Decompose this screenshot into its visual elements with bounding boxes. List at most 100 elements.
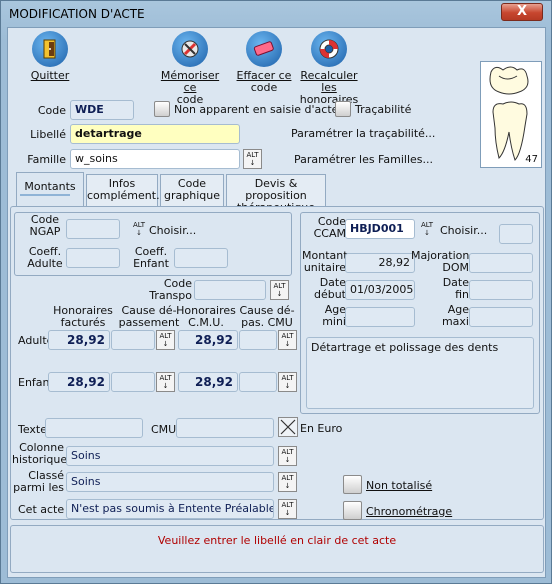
colonne-alt-button[interactable]: ALT ↓	[278, 446, 297, 466]
quit-button[interactable]: Quitter	[22, 31, 78, 82]
colonne-alt-text: ALT	[281, 448, 294, 456]
tab-code-graphique[interactable]: Code graphique	[160, 174, 224, 206]
adulte-cmu-overrun-alt-button[interactable]: ALT ↓	[278, 330, 297, 350]
tooth-icon	[489, 66, 529, 161]
classe-alt-button[interactable]: ALT ↓	[278, 472, 297, 492]
ccam-code-label: Code CCAM	[306, 216, 346, 240]
non-totalise-checkbox[interactable]	[343, 475, 362, 494]
recalculate-label-1: Recalculer les	[300, 69, 358, 94]
ngap-alt-text: ALT	[132, 221, 145, 229]
enfant-cmu-overrun-input[interactable]	[239, 372, 277, 392]
tab-montants[interactable]: Montants	[16, 172, 84, 206]
eraser-icon	[246, 31, 282, 67]
age-mini-input[interactable]	[345, 307, 415, 327]
euro-label: En Euro	[300, 422, 343, 435]
active-tab-indicator	[20, 194, 70, 196]
euro-checkbox[interactable]	[278, 417, 298, 437]
majoration-input[interactable]	[469, 253, 533, 273]
code-input[interactable]: WDE	[70, 100, 134, 120]
traceability-settings-link[interactable]: Paramétrer la traçabilité...	[291, 127, 435, 140]
enfant-overrun-alt-text: ALT	[159, 374, 172, 382]
transpo-alt-button[interactable]: ALT ↓	[270, 280, 289, 300]
status-text-3: en clair de cet acte	[286, 534, 397, 547]
adulte-cmu-overrun-alt-text: ALT	[281, 332, 294, 340]
texte-input[interactable]	[45, 418, 143, 438]
enfant-overrun-input[interactable]	[111, 372, 155, 392]
memorize-label-1: Mémoriser ce	[160, 69, 220, 94]
date-fin-input[interactable]	[469, 280, 533, 300]
age-maxi-label-2: maxi	[441, 315, 469, 328]
adulte-overrun-input[interactable]	[111, 330, 155, 350]
memorize-button[interactable]: Mémoriser ce code	[154, 31, 226, 106]
fee-header-cmu-overrun-2: pas. CMU	[241, 316, 293, 329]
montant-input[interactable]: 28,92	[345, 253, 415, 273]
libelle-input[interactable]: detartrage	[70, 124, 240, 144]
colonne-label-2: historique	[12, 453, 68, 466]
ccam-extra-input[interactable]	[499, 224, 533, 244]
ccam-alt-text: ALT	[420, 221, 433, 229]
ccam-alt-icon[interactable]: ALT ↓	[420, 221, 434, 237]
adulte-cmu-overrun-input[interactable]	[239, 330, 277, 350]
fee-header-cmu-overrun: Cause dé-pas. CMU	[236, 305, 298, 329]
chronometrage-checkbox[interactable]	[343, 501, 362, 520]
adulte-overrun-alt-button[interactable]: ALT ↓	[156, 330, 175, 350]
tools-icon	[172, 31, 208, 67]
coeff-adulte-input[interactable]	[66, 248, 120, 268]
famille-alt-button[interactable]: ALT ↓	[243, 149, 262, 169]
tooth-image[interactable]: 47	[480, 61, 542, 168]
enfant-overrun-alt-button[interactable]: ALT ↓	[156, 372, 175, 392]
cmu-input[interactable]	[176, 418, 274, 438]
fee-header-overrun-2: passement	[118, 316, 180, 329]
ngap-alt-icon[interactable]: ALT ↓	[132, 221, 146, 237]
not-shown-checkbox[interactable]	[154, 101, 170, 117]
famille-label: Famille	[27, 153, 66, 166]
transpo-input[interactable]	[194, 280, 266, 300]
tab-devis[interactable]: Devis & proposition thérapeutique	[226, 174, 326, 214]
ngap-code-input[interactable]	[66, 219, 120, 239]
fee-header-billed: Honoraires facturés	[52, 305, 114, 329]
famille-input[interactable]: w_soins	[70, 149, 240, 169]
cetacte-alt-text: ALT	[281, 501, 294, 509]
age-maxi-label: Age maxi	[411, 304, 469, 328]
ccam-code-input[interactable]: HBJD001	[345, 219, 415, 239]
recalculate-button[interactable]: Recalculer les honoraires	[292, 31, 366, 106]
status-text-1: Veuillez entrer le	[157, 534, 254, 547]
traceability-checkbox[interactable]	[335, 101, 351, 117]
title-bar: MODIFICATION D'ACTE X	[1, 1, 551, 27]
cetacte-select[interactable]: N'est pas soumis à Entente Préalable	[66, 499, 274, 519]
colonne-select[interactable]: Soins	[66, 446, 274, 466]
cmu-label: CMU	[151, 423, 177, 436]
transpo-label-2: Transpo	[149, 289, 192, 302]
majoration-label: Majoration DOM	[411, 250, 469, 274]
status-text-2: libellé	[253, 534, 287, 547]
date-debut-input[interactable]: 01/03/2005	[345, 280, 415, 300]
colonne-label: Colonne historique	[12, 442, 68, 466]
erase-label-2: code	[250, 81, 278, 94]
enfant-cmu-input[interactable]: 28,92	[178, 372, 238, 392]
coeff-enfant-label: Coeff. Enfant	[126, 246, 176, 270]
tab-infos[interactable]: Infos complément.	[86, 174, 160, 206]
majoration-label-2: DOM	[442, 261, 469, 274]
ccam-description-textarea[interactable]: Détartrage et polissage des dents	[306, 337, 534, 409]
quit-label: Quitter	[30, 69, 70, 82]
tab-strip: Montants Infos complément. Code graphiqu…	[16, 172, 326, 214]
adulte-cmu-input[interactable]: 28,92	[178, 330, 238, 350]
classe-label: Classé parmi les	[12, 470, 64, 494]
ngap-code-label-2: NGAP	[29, 225, 61, 238]
status-message: Veuillez entrer le libellé en clair de c…	[11, 534, 543, 547]
adulte-fee-input[interactable]: 28,92	[48, 330, 110, 350]
families-settings-link[interactable]: Paramétrer les Familles...	[294, 153, 433, 166]
ngap-choose-link[interactable]: Choisir...	[149, 224, 196, 237]
non-totalise-label: Non totalisé	[366, 479, 433, 492]
age-maxi-input[interactable]	[469, 307, 533, 327]
coeff-enfant-input[interactable]	[174, 248, 228, 268]
enfant-fee-input[interactable]: 28,92	[48, 372, 110, 392]
erase-button[interactable]: Effacer ce code	[233, 31, 295, 94]
cetacte-alt-button[interactable]: ALT ↓	[278, 499, 297, 519]
classe-select[interactable]: Soins	[66, 472, 274, 492]
enfant-cmu-overrun-alt-button[interactable]: ALT ↓	[278, 372, 297, 392]
ccam-choose-link[interactable]: Choisir...	[440, 224, 487, 237]
transpo-label: Code Transpo	[136, 278, 192, 302]
close-button[interactable]: X	[501, 3, 543, 21]
coeff-adulte-label-2: Adulte	[27, 257, 63, 270]
